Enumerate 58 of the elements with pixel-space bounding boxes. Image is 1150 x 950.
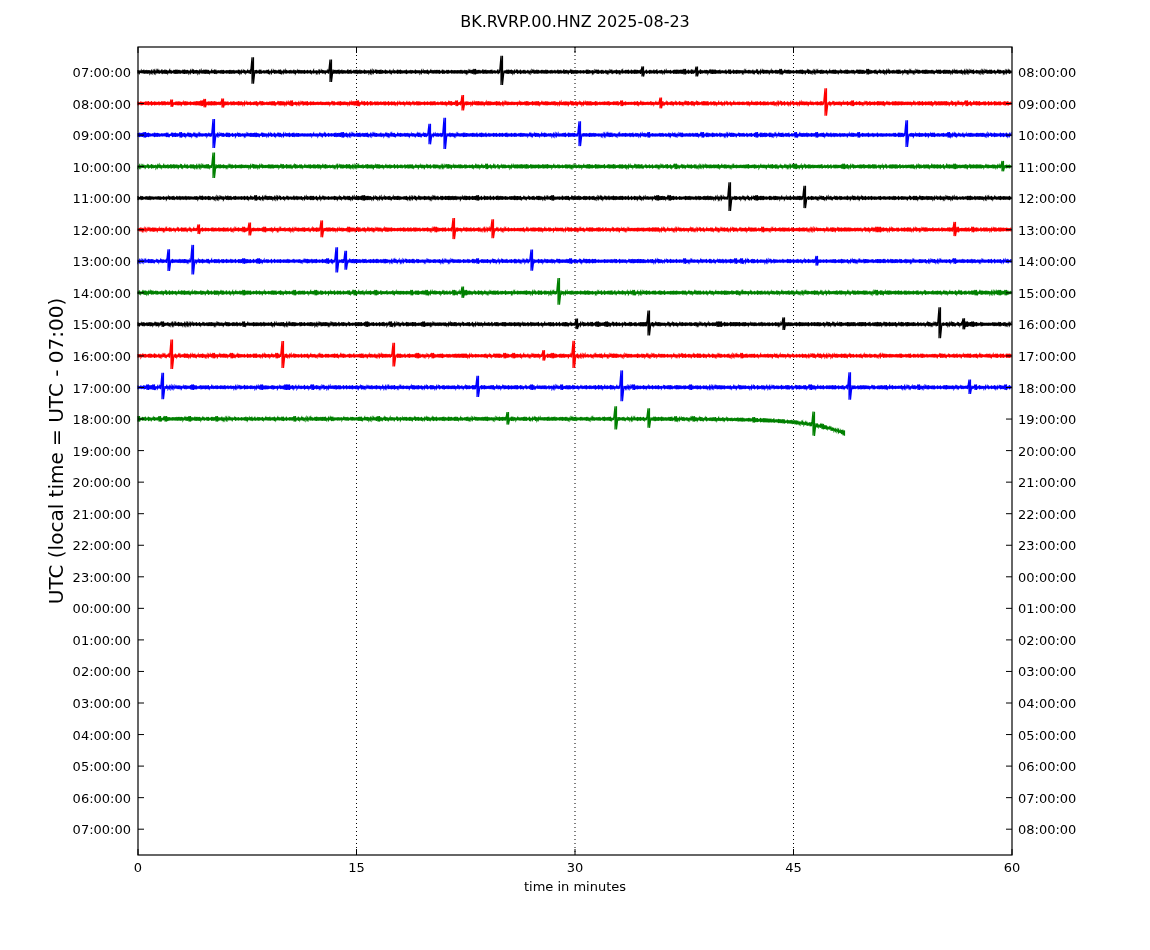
tick-label: 16:00:00 bbox=[72, 348, 131, 364]
tick-label: 02:00:00 bbox=[1018, 632, 1077, 648]
tick-label: 07:00:00 bbox=[72, 822, 131, 838]
tick-label: 00:00:00 bbox=[1018, 569, 1077, 585]
tick-label: 15 bbox=[348, 860, 365, 875]
tick-label: 08:00:00 bbox=[1018, 65, 1077, 80]
tick-label: 00:00:00 bbox=[72, 601, 131, 617]
tick-label: 45 bbox=[785, 860, 802, 875]
tick-label: 03:00:00 bbox=[72, 696, 131, 711]
tick-label: 04:00:00 bbox=[72, 727, 131, 743]
tick-label: 04:00:00 bbox=[1018, 696, 1077, 711]
tick-label: 23:00:00 bbox=[1018, 538, 1077, 554]
tick-label: 09:00:00 bbox=[72, 128, 131, 144]
tick-label: 21:00:00 bbox=[72, 506, 131, 522]
tick-label: 08:00:00 bbox=[1018, 822, 1077, 838]
tick-label: 05:00:00 bbox=[1018, 727, 1077, 743]
tick-label: 30 bbox=[566, 860, 584, 875]
chart-title: BK.RVRP.00.HNZ 2025-08-23 bbox=[460, 12, 690, 31]
tick-label: 07:00:00 bbox=[1018, 790, 1077, 806]
tick-label: 23:00:00 bbox=[72, 569, 131, 585]
tick-label: 20:00:00 bbox=[1018, 443, 1077, 459]
tick-label: 07:00:00 bbox=[72, 65, 131, 80]
tick-label: 12:00:00 bbox=[72, 222, 131, 238]
tick-label: 21:00:00 bbox=[1018, 475, 1077, 491]
tick-label: 05:00:00 bbox=[72, 759, 131, 775]
tick-label: 60 bbox=[1003, 860, 1021, 875]
tick-label: 06:00:00 bbox=[1018, 759, 1077, 775]
tick-label: 09:00:00 bbox=[1018, 96, 1077, 112]
tick-label: 15:00:00 bbox=[72, 317, 131, 333]
tick-label: 20:00:00 bbox=[72, 475, 131, 491]
tick-label: 12:00:00 bbox=[1018, 191, 1077, 207]
tick-label: 18:00:00 bbox=[1018, 380, 1077, 396]
tick-label: 02:00:00 bbox=[72, 664, 131, 680]
tick-label: 22:00:00 bbox=[72, 538, 131, 554]
tick-label: 19:00:00 bbox=[72, 443, 131, 459]
tick-label: 01:00:00 bbox=[72, 632, 131, 648]
tick-label: 14:00:00 bbox=[1018, 254, 1077, 270]
tick-label: 10:00:00 bbox=[72, 159, 131, 175]
tick-label: 13:00:00 bbox=[72, 254, 131, 270]
tick-label: 0 bbox=[133, 860, 143, 875]
tick-label: 17:00:00 bbox=[72, 380, 131, 396]
tick-label: 18:00:00 bbox=[72, 412, 131, 428]
tick-label: 19:00:00 bbox=[1018, 412, 1077, 428]
tick-label: 06:00:00 bbox=[72, 790, 131, 806]
tick-label: 14:00:00 bbox=[72, 285, 131, 301]
tick-label: 13:00:00 bbox=[1018, 222, 1077, 238]
tick-label: 10:00:00 bbox=[1018, 128, 1077, 144]
tick-label: 11:00:00 bbox=[72, 191, 131, 207]
tick-label: 16:00:00 bbox=[1018, 317, 1077, 333]
tick-label: 11:00:00 bbox=[1018, 159, 1077, 175]
tick-label: 17:00:00 bbox=[1018, 348, 1077, 364]
x-axis-label: time in minutes bbox=[523, 879, 627, 894]
tick-label: 15:00:00 bbox=[1018, 285, 1077, 301]
y-axis-label: UTC (local time = UTC - 07:00) bbox=[44, 297, 68, 605]
tick-label: 08:00:00 bbox=[72, 96, 131, 112]
tick-label: 01:00:00 bbox=[1018, 601, 1077, 617]
tick-label: 03:00:00 bbox=[1018, 664, 1077, 680]
tick-label: 22:00:00 bbox=[1018, 506, 1077, 522]
